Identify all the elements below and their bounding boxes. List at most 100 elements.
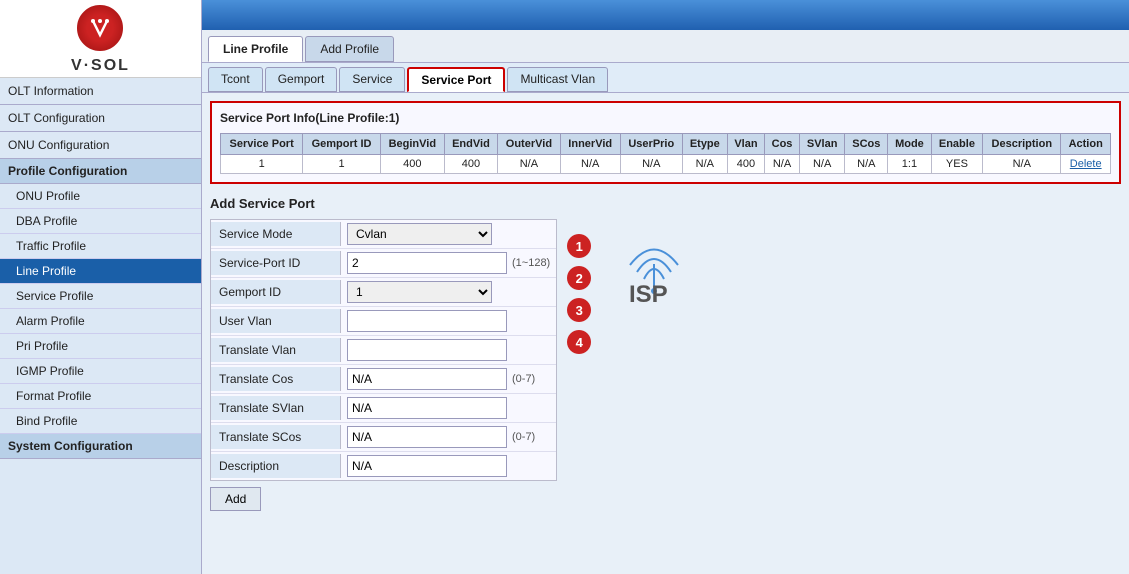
- label-service-mode: Service Mode: [211, 222, 341, 246]
- label-gemport-id: Gemport ID: [211, 280, 341, 304]
- svg-text:ISP: ISP: [629, 281, 668, 304]
- service-port-info-title: Service Port Info(Line Profile:1): [220, 111, 1111, 125]
- control-service-port-id: (1~128): [341, 249, 556, 277]
- sidebar-item-igmp-profile[interactable]: IGMP Profile: [0, 359, 201, 384]
- col-action: Action: [1061, 134, 1111, 155]
- input-description[interactable]: [347, 455, 507, 477]
- hint-translate-scos: (0-7): [512, 431, 535, 443]
- logo-area: V·SOL: [0, 0, 201, 78]
- control-description: [341, 452, 513, 480]
- input-translate-cos[interactable]: [347, 368, 507, 390]
- col-mode: Mode: [888, 134, 931, 155]
- col-service-port: Service Port: [221, 134, 303, 155]
- cell-end-vid: 400: [444, 155, 497, 174]
- cell-cos: N/A: [765, 155, 800, 174]
- step-3[interactable]: 3: [567, 298, 591, 322]
- step-4[interactable]: 4: [567, 330, 591, 354]
- col-begin-vid: BeginVid: [380, 134, 444, 155]
- hint-service-port-id: (1~128): [512, 257, 550, 269]
- sidebar-item-onu-profile[interactable]: ONU Profile: [0, 184, 201, 209]
- step-2[interactable]: 2: [567, 266, 591, 290]
- col-enable: Enable: [931, 134, 983, 155]
- col-etype: Etype: [682, 134, 727, 155]
- select-gemport-id[interactable]: 1 2 3 4: [347, 281, 492, 303]
- vsol-emblem: [75, 3, 125, 53]
- tab-line-profile[interactable]: Line Profile: [208, 36, 303, 62]
- select-service-mode[interactable]: Cvlan Svlan Transparent: [347, 223, 492, 245]
- add-form: Service Mode Cvlan Svlan Transparent Ser…: [210, 219, 557, 511]
- control-translate-vlan: [341, 336, 513, 364]
- service-port-table: Service Port Gemport ID BeginVid EndVid …: [220, 133, 1111, 174]
- isp-logo: ISP: [599, 224, 709, 314]
- input-translate-scos[interactable]: [347, 426, 507, 448]
- top-bar: [202, 0, 1129, 30]
- sidebar-item-alarm-profile[interactable]: Alarm Profile: [0, 309, 201, 334]
- control-translate-cos: (0-7): [341, 365, 541, 393]
- form-row-translate-scos: Translate SCos (0-7): [211, 423, 556, 452]
- system-configuration-header[interactable]: System Configuration: [0, 434, 201, 459]
- col-cos: Cos: [765, 134, 800, 155]
- subtab-service[interactable]: Service: [339, 67, 405, 92]
- form-table: Service Mode Cvlan Svlan Transparent Ser…: [210, 219, 557, 481]
- col-end-vid: EndVid: [444, 134, 497, 155]
- input-translate-vlan[interactable]: [347, 339, 507, 361]
- form-row-translate-vlan: Translate Vlan: [211, 336, 556, 365]
- cell-scos: N/A: [845, 155, 888, 174]
- sidebar-item-dba-profile[interactable]: DBA Profile: [0, 209, 201, 234]
- subtab-service-port[interactable]: Service Port: [407, 67, 505, 92]
- subtab-gemport[interactable]: Gemport: [265, 67, 338, 92]
- table-header-row: Service Port Gemport ID BeginVid EndVid …: [221, 134, 1111, 155]
- sidebar-item-olt-information[interactable]: OLT Information: [0, 78, 201, 105]
- input-service-port-id[interactable]: [347, 252, 507, 274]
- step-1[interactable]: 1: [567, 234, 591, 258]
- cell-begin-vid: 400: [380, 155, 444, 174]
- form-row-service-mode: Service Mode Cvlan Svlan Transparent: [211, 220, 556, 249]
- profile-configuration-header[interactable]: Profile Configuration: [0, 159, 201, 184]
- hint-translate-cos: (0-7): [512, 373, 535, 385]
- sidebar-item-bind-profile[interactable]: Bind Profile: [0, 409, 201, 434]
- col-scos: SCos: [845, 134, 888, 155]
- sidebar-item-service-profile[interactable]: Service Profile: [0, 284, 201, 309]
- subtab-tcont[interactable]: Tcont: [208, 67, 263, 92]
- label-user-vlan: User Vlan: [211, 309, 341, 333]
- content-area: Service Port Info(Line Profile:1) Servic…: [202, 93, 1129, 574]
- vsol-text: V·SOL: [71, 57, 130, 75]
- cell-service-port: 1: [221, 155, 303, 174]
- label-description: Description: [211, 454, 341, 478]
- sidebar-item-format-profile[interactable]: Format Profile: [0, 384, 201, 409]
- form-row-service-port-id: Service-Port ID (1~128): [211, 249, 556, 278]
- input-user-vlan[interactable]: [347, 310, 507, 332]
- sidebar-item-pri-profile[interactable]: Pri Profile: [0, 334, 201, 359]
- col-gemport-id: Gemport ID: [303, 134, 381, 155]
- delete-link[interactable]: Delete: [1070, 158, 1102, 170]
- col-outer-vid: OuterVid: [498, 134, 561, 155]
- cell-inner-vid: N/A: [560, 155, 620, 174]
- label-translate-svlan: Translate SVlan: [211, 396, 341, 420]
- col-vlan: Vlan: [727, 134, 764, 155]
- col-description: Description: [983, 134, 1061, 155]
- main-tabs: Line Profile Add Profile: [202, 30, 1129, 63]
- cell-gemport-id: 1: [303, 155, 381, 174]
- sidebar-item-olt-configuration[interactable]: OLT Configuration: [0, 105, 201, 132]
- control-gemport-id: 1 2 3 4: [341, 278, 498, 306]
- sidebar-item-traffic-profile[interactable]: Traffic Profile: [0, 234, 201, 259]
- form-row-translate-cos: Translate Cos (0-7): [211, 365, 556, 394]
- main-content: Line Profile Add Profile Tcont Gemport S…: [202, 0, 1129, 574]
- subtab-multicast-vlan[interactable]: Multicast Vlan: [507, 67, 608, 92]
- add-form-wrapper: Service Mode Cvlan Svlan Transparent Ser…: [210, 219, 1121, 511]
- col-inner-vid: InnerVid: [560, 134, 620, 155]
- control-translate-scos: (0-7): [341, 423, 541, 451]
- form-row-description: Description: [211, 452, 556, 480]
- numbered-steps: 1 2 3 4: [567, 234, 591, 354]
- add-button[interactable]: Add: [210, 487, 261, 511]
- cell-mode: 1:1: [888, 155, 931, 174]
- control-translate-svlan: [341, 394, 513, 422]
- input-translate-svlan[interactable]: [347, 397, 507, 419]
- sidebar-item-onu-configuration[interactable]: ONU Configuration: [0, 132, 201, 159]
- tab-add-profile[interactable]: Add Profile: [305, 36, 394, 62]
- cell-etype: N/A: [682, 155, 727, 174]
- col-user-prio: UserPrio: [620, 134, 682, 155]
- label-translate-vlan: Translate Vlan: [211, 338, 341, 362]
- cell-vlan: 400: [727, 155, 764, 174]
- sidebar-item-line-profile[interactable]: Line Profile: [0, 259, 201, 284]
